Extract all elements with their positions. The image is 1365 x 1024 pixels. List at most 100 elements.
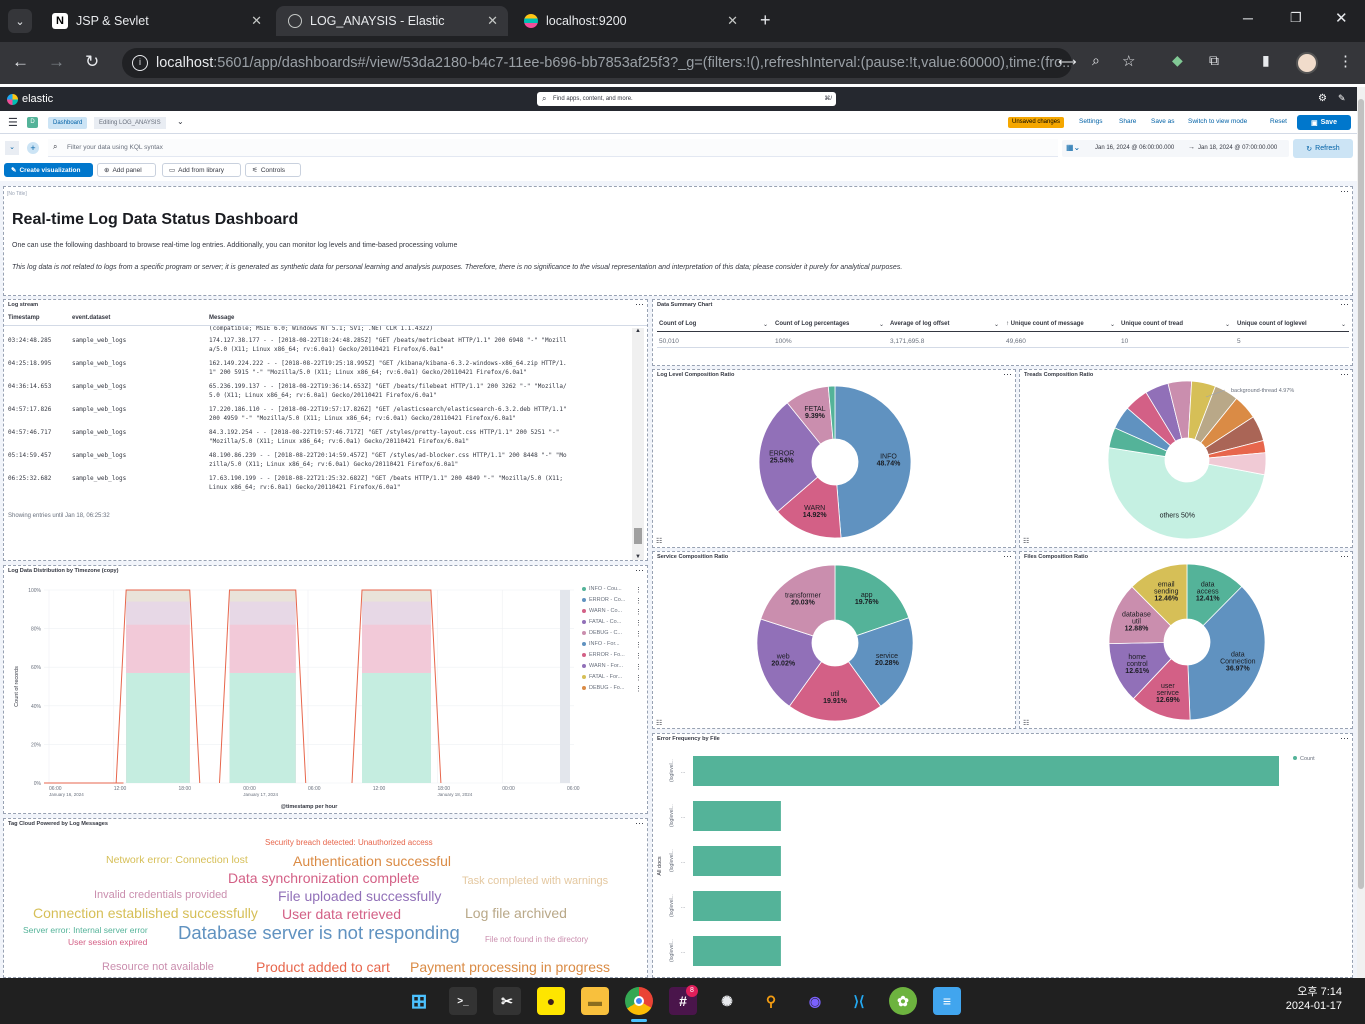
panel-options-icon[interactable]: ⋯: [635, 566, 644, 576]
scroll-down-icon[interactable]: ▼: [632, 554, 644, 560]
column-header-message[interactable]: Message: [209, 315, 234, 321]
calendar-icon[interactable]: ▦⌄: [1066, 143, 1080, 152]
legend-toggle-icon[interactable]: ☷: [656, 538, 662, 545]
minimize-button[interactable]: ─: [1243, 10, 1253, 26]
help-icon[interactable]: ⚙: [1318, 93, 1327, 104]
breadcrumb-dashboard[interactable]: Dashboard: [48, 117, 88, 129]
forward-icon[interactable]: →: [48, 52, 65, 72]
snipping-tool-icon[interactable]: ✂: [493, 987, 521, 1015]
browser-tab-2[interactable]: LOG_ANAYSIS - Elastic ✕: [276, 6, 508, 36]
terminal-icon[interactable]: >_: [449, 987, 477, 1015]
kql-input[interactable]: ⌕ Filter your data using KQL syntax: [48, 139, 1058, 157]
notepad-icon[interactable]: ≡: [933, 987, 961, 1015]
scroll-thumb[interactable]: [634, 528, 642, 544]
site-info-icon[interactable]: i: [132, 55, 148, 71]
restore-button[interactable]: ❐: [1290, 10, 1302, 26]
news-icon[interactable]: ✎: [1338, 93, 1346, 104]
close-icon[interactable]: ✕: [727, 13, 738, 29]
bar[interactable]: [693, 846, 781, 876]
global-search-input[interactable]: ⌕ Find apps, content, and more. ⌘/: [537, 92, 836, 106]
panel-options-icon[interactable]: ⋯: [635, 300, 644, 310]
hamburger-menu-icon[interactable]: ☰: [8, 116, 18, 129]
bar[interactable]: [693, 936, 781, 966]
bar[interactable]: [693, 756, 1279, 786]
legend-toggle-icon[interactable]: ☷: [1023, 720, 1029, 727]
switch-view-mode-button[interactable]: Switch to view mode: [1188, 118, 1247, 125]
time-start[interactable]: Jan 16, 2024 @ 06:00:00.000: [1095, 145, 1174, 151]
panel-options-icon[interactable]: ⋯: [635, 819, 644, 829]
bar-chart[interactable]: (loglevel... ... (loglevel... ... (loglevel.…: [653, 744, 1352, 978]
close-icon[interactable]: ✕: [251, 13, 262, 29]
save-as-button[interactable]: Save as: [1151, 118, 1175, 125]
pie-chart[interactable]: INFO48.74% WARN14.92% ERROR25.54% FETAL9.39…: [653, 370, 1015, 547]
legend-toggle-icon[interactable]: ☷: [1023, 538, 1029, 545]
refresh-button[interactable]: ↻ Refresh: [1293, 139, 1353, 158]
settings-button[interactable]: Settings: [1079, 118, 1103, 125]
search-app-icon[interactable]: ⚲: [757, 987, 785, 1015]
log-message-cont: a/5.0 (X11; Linux x86_64; rv:6.0a1) Geck…: [209, 346, 444, 353]
reload-icon[interactable]: ↻: [85, 52, 99, 72]
chatgpt-icon[interactable]: ✺: [713, 987, 741, 1015]
close-icon[interactable]: ✕: [487, 13, 498, 29]
profile-avatar[interactable]: [1296, 52, 1318, 74]
clock-date[interactable]: 2024-01-17: [1275, 1000, 1342, 1012]
pie-chart[interactable]: dataaccess12.41%dataConnection36.97%user…: [1020, 552, 1352, 728]
pie-chart[interactable]: others 50% background-thread 4.97% ☷: [1020, 370, 1352, 547]
file-explorer-icon[interactable]: ▬: [581, 987, 609, 1015]
add-panel-button[interactable]: ⊕ Add panel: [97, 163, 156, 177]
scroll-up-icon[interactable]: ▲: [632, 328, 644, 334]
menu-kebab-icon[interactable]: ⋮: [1338, 52, 1353, 70]
filter-menu-icon[interactable]: ⌄: [5, 141, 19, 155]
controls-button[interactable]: ⚟ Controls: [245, 163, 301, 177]
time-end[interactable]: Jan 18, 2024 @ 07:00:00.000: [1198, 145, 1277, 151]
space-avatar[interactable]: D: [27, 117, 38, 128]
area-series-0[interactable]: [362, 672, 431, 783]
date-picker[interactable]: ▦⌄ Jan 16, 2024 @ 06:00:00.000 → Jan 18,…: [1062, 140, 1289, 157]
table-cell: 3,171,695.8: [890, 338, 925, 345]
column-header-dataset[interactable]: event.dataset: [72, 315, 110, 321]
panel-options-icon[interactable]: ⋯: [1340, 734, 1349, 744]
extension-icon[interactable]: ◆: [1172, 52, 1183, 69]
vscode-icon[interactable]: ⟩⟨: [845, 987, 873, 1015]
pie-chart[interactable]: app19.76% service20.28% util19.91% web20.02…: [653, 552, 1015, 728]
extensions-puzzle-icon[interactable]: ⧉: [1209, 52, 1219, 69]
save-button[interactable]: ▣ Save: [1297, 115, 1351, 130]
area-series-0[interactable]: [126, 672, 190, 783]
area-chart[interactable]: 100% 80% 60% 40% 20% 0% Count of records 06:00 1…: [4, 578, 584, 813]
windows-start-icon[interactable]: ⊞: [405, 987, 433, 1015]
legend-toggle-icon[interactable]: ☷: [656, 720, 662, 727]
create-visualization-button[interactable]: ✎ Create visualization: [4, 163, 93, 177]
panel-options-icon[interactable]: ⋯: [1340, 300, 1349, 310]
back-icon[interactable]: ←: [12, 52, 29, 72]
reset-button[interactable]: Reset: [1270, 118, 1287, 125]
browser-tab-1[interactable]: N JSP & Sevlet ✕: [40, 6, 272, 36]
page-scroll-thumb[interactable]: [1358, 99, 1364, 889]
panel-options-icon[interactable]: ⋯: [1340, 187, 1349, 197]
tab-search-button[interactable]: ⌄: [8, 9, 32, 33]
log-scrollbar[interactable]: ▲ ▼: [632, 328, 644, 560]
translate-icon[interactable]: ⟷: [1058, 54, 1077, 70]
bar[interactable]: [693, 801, 781, 831]
area-series-0[interactable]: [229, 672, 296, 783]
new-tab-button[interactable]: +: [760, 10, 771, 31]
page-scrollbar[interactable]: [1357, 87, 1365, 978]
sidepanel-icon[interactable]: ▮: [1262, 52, 1270, 69]
log-dataset: sample_web_logs: [72, 406, 127, 413]
browser-tab-3[interactable]: localhost:9200 ✕: [512, 6, 748, 36]
add-from-library-button[interactable]: ▭ Add from library: [162, 163, 241, 177]
zoom-icon[interactable]: ⌕: [1092, 52, 1100, 69]
close-window-button[interactable]: ✕: [1335, 9, 1348, 27]
kakaotalk-icon[interactable]: ●: [537, 987, 565, 1015]
share-button[interactable]: Share: [1119, 118, 1136, 125]
bookmark-star-icon[interactable]: ☆: [1122, 52, 1135, 70]
column-header-timestamp[interactable]: Timestamp: [8, 315, 40, 321]
app-icon[interactable]: ◉: [801, 987, 829, 1015]
chevron-down-icon[interactable]: ⌄: [177, 117, 184, 126]
clock-time[interactable]: 오후 7:14: [1290, 983, 1342, 999]
chrome-icon[interactable]: [625, 987, 653, 1015]
legend-label[interactable]: Count: [1300, 756, 1315, 762]
bar[interactable]: [693, 891, 781, 921]
spring-icon[interactable]: ✿: [889, 987, 917, 1015]
add-filter-icon[interactable]: +: [27, 142, 39, 154]
url-bar[interactable]: i localhost:5601/app/dashboards#/view/53…: [122, 48, 1072, 78]
